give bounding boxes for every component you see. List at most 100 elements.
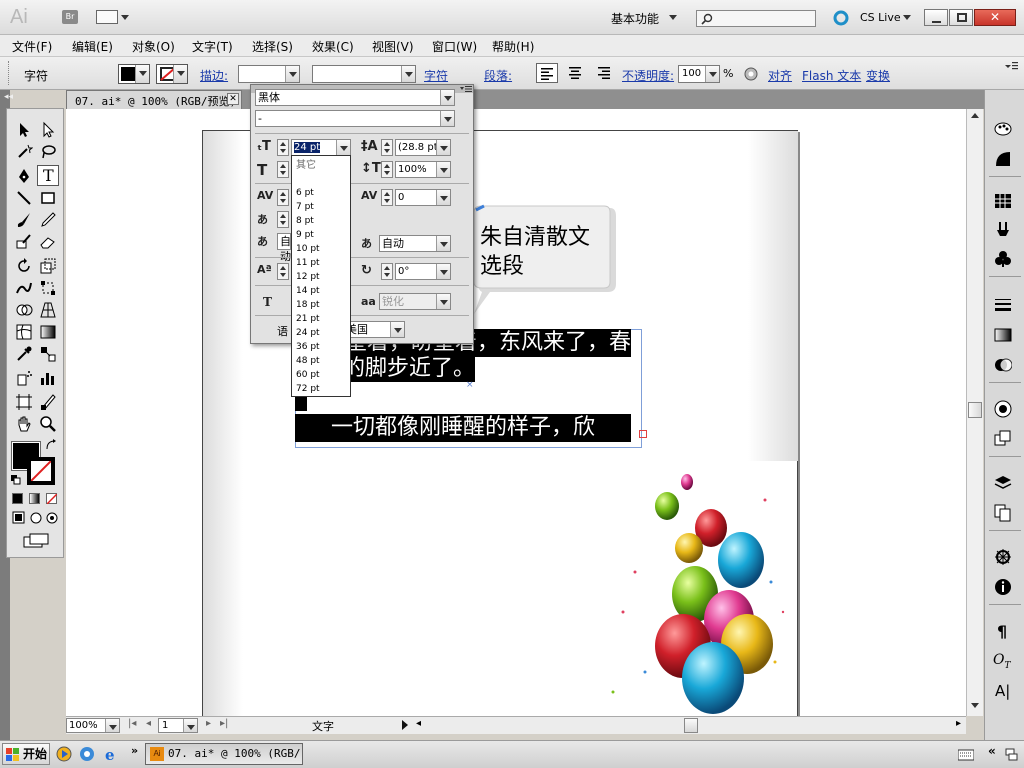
size-option-other[interactable]: 其它 — [292, 156, 350, 176]
shape-builder-tool-icon[interactable] — [15, 301, 33, 319]
transform-link[interactable]: 变换 — [866, 67, 890, 84]
horizontal-scroll-thumb[interactable] — [684, 718, 698, 733]
direct-selection-tool-icon[interactable] — [39, 121, 57, 139]
kerning-stepper[interactable] — [277, 189, 289, 206]
opacity-field[interactable]: 100 — [678, 65, 720, 83]
last-page-icon[interactable]: ▸| — [220, 718, 228, 729]
color-guide-icon[interactable] — [994, 120, 1012, 138]
stroke-color-swatch[interactable] — [27, 457, 55, 485]
artboard-tool-icon[interactable] — [15, 393, 33, 411]
leading-stepper[interactable] — [381, 139, 393, 156]
blend-tool-icon[interactable] — [39, 345, 57, 363]
stroke-swatch[interactable] — [156, 64, 188, 84]
scroll-left-icon[interactable]: ◂ — [416, 718, 421, 729]
menu-file[interactable]: 文件(F) — [12, 38, 52, 55]
arrange-documents-icon[interactable] — [96, 10, 118, 24]
rotation-field[interactable]: 0° — [395, 263, 451, 280]
leading-field[interactable]: (28.8 pt) — [395, 139, 451, 156]
perspective-grid-tool-icon[interactable] — [39, 301, 57, 319]
size-option[interactable]: 8 pt — [292, 214, 350, 228]
anti-alias-select[interactable]: 锐化 — [379, 293, 451, 310]
char-spacing-stepper[interactable] — [277, 211, 289, 228]
rotate-tool-icon[interactable] — [15, 257, 33, 275]
font-style-select[interactable]: - — [255, 110, 455, 127]
layers-icon[interactable] — [994, 474, 1012, 492]
search-input[interactable] — [696, 10, 816, 27]
eraser-tool-icon[interactable] — [39, 233, 57, 251]
menu-object[interactable]: 对象(O) — [132, 38, 175, 55]
stroke-icon[interactable] — [994, 296, 1012, 314]
tracking-field[interactable]: 0 — [395, 189, 451, 206]
info-icon[interactable] — [994, 578, 1012, 596]
taskbar-item-illustrator[interactable]: Ai 07. ai* @ 100% (RGB/... — [145, 743, 303, 765]
recolor-artwork-icon[interactable] — [743, 66, 759, 82]
column-graph-tool-icon[interactable] — [39, 369, 57, 387]
align-center-icon[interactable] — [568, 67, 582, 79]
font-size-field[interactable]: 24 pt — [291, 139, 351, 156]
none-mode-button[interactable] — [46, 493, 57, 504]
character-link[interactable]: 字符 — [424, 67, 448, 84]
page-field[interactable]: 1 — [158, 718, 198, 733]
all-caps-icon[interactable]: T — [263, 295, 272, 309]
size-option[interactable]: 36 pt — [292, 340, 350, 354]
artboards-icon[interactable] — [994, 504, 1012, 522]
scroll-thumb[interactable] — [968, 402, 982, 418]
workspace-switcher[interactable]: 基本功能 — [611, 10, 659, 27]
insert-space-right-field[interactable]: 自动 — [379, 235, 451, 252]
collapse-left-icon[interactable]: ◂◂ — [4, 92, 13, 102]
next-page-icon[interactable]: ▸ — [206, 718, 211, 729]
transparency-icon[interactable] — [994, 356, 1012, 374]
lasso-tool-icon[interactable] — [39, 143, 57, 161]
scale-tool-icon[interactable] — [39, 257, 57, 275]
size-option[interactable]: 24 pt — [292, 326, 350, 340]
chevron-down-icon[interactable] — [903, 15, 911, 20]
menu-select[interactable]: 选择(S) — [252, 38, 293, 55]
magic-wand-tool-icon[interactable] — [15, 143, 33, 161]
screen-mode-icon[interactable] — [22, 533, 50, 549]
color-icon[interactable] — [994, 150, 1012, 168]
appearance-icon[interactable] — [994, 400, 1012, 418]
size-option[interactable]: 48 pt — [292, 354, 350, 368]
vertical-scale-field[interactable]: 100% — [395, 161, 451, 178]
size-option[interactable]: 6 pt — [292, 186, 350, 200]
tracking-stepper[interactable] — [381, 189, 393, 206]
bridge-button[interactable]: Br — [62, 10, 78, 24]
pencil-tool-icon[interactable] — [39, 211, 57, 229]
size-option[interactable]: 72 pt — [292, 382, 350, 396]
opacity-link[interactable]: 不透明度: — [622, 67, 674, 84]
menu-edit[interactable]: 编辑(E) — [72, 38, 113, 55]
restore-button[interactable] — [949, 9, 973, 26]
scroll-up-icon[interactable] — [971, 113, 979, 118]
document-tab[interactable]: 07. ai* @ 100% (RGB/预览) ✕ — [66, 90, 242, 109]
align-link[interactable]: 对齐 — [768, 67, 792, 84]
keyboard-icon[interactable] — [958, 749, 974, 761]
close-button[interactable]: ✕ — [974, 9, 1016, 26]
gradient-icon[interactable] — [994, 326, 1012, 344]
default-colors-icon[interactable] — [11, 475, 21, 485]
size-option[interactable]: 9 pt — [292, 228, 350, 242]
paragraph-link[interactable]: 段落: — [484, 67, 512, 84]
menu-type[interactable]: 文字(T) — [192, 38, 233, 55]
media-player-icon[interactable] — [56, 746, 72, 762]
minimize-button[interactable] — [924, 9, 948, 26]
color-mode-button[interactable] — [12, 493, 23, 504]
brushes-icon[interactable] — [994, 220, 1012, 238]
scroll-down-icon[interactable] — [971, 703, 979, 708]
size-option[interactable]: 21 pt — [292, 312, 350, 326]
size-option[interactable]: 11 pt — [292, 256, 350, 270]
warp-tool-icon[interactable] — [15, 279, 33, 297]
fill-swatch[interactable] — [118, 64, 150, 84]
horizontal-scale-stepper[interactable] — [277, 161, 289, 178]
hand-tool-icon[interactable] — [15, 415, 33, 433]
rotation-stepper[interactable] — [381, 263, 393, 280]
menu-window[interactable]: 窗口(W) — [432, 38, 477, 55]
paragraph-icon[interactable]: ¶ — [997, 622, 1007, 641]
type-tool-button[interactable]: T — [37, 165, 59, 186]
swap-colors-icon[interactable] — [45, 439, 57, 451]
graphic-styles-icon[interactable] — [994, 430, 1012, 448]
start-button[interactable]: 开始 — [2, 743, 50, 765]
first-page-icon[interactable]: |◂ — [128, 718, 136, 729]
slice-tool-icon[interactable] — [39, 393, 57, 411]
flash-text-link[interactable]: Flash 文本 — [802, 67, 861, 84]
chevron-down-icon[interactable] — [121, 15, 129, 20]
